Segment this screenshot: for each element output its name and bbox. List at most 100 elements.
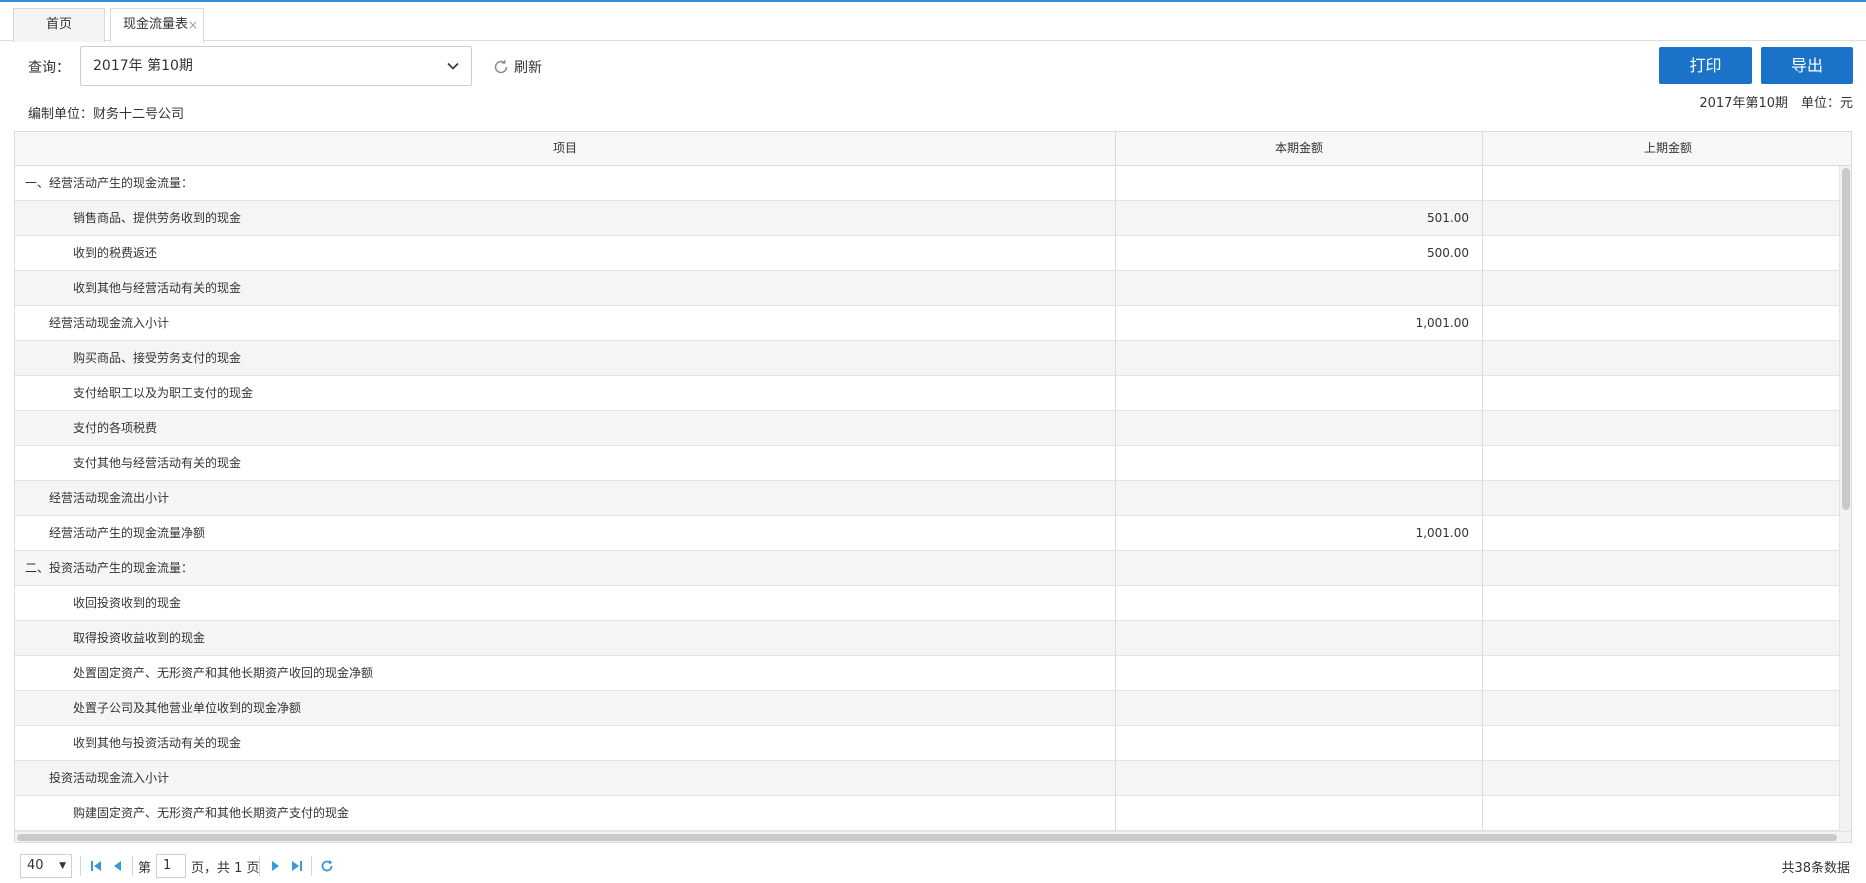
column-header-previous-amount[interactable]: 上期金额 bbox=[1483, 132, 1851, 166]
close-icon[interactable]: × bbox=[188, 9, 198, 41]
reporting-unit: 编制单位：财务十二号公司 bbox=[28, 107, 185, 122]
cell-previous-amount bbox=[1483, 481, 1840, 516]
cash-flow-table: 项目 本期金额 上期金额 一、经营活动产生的现金流量： 销售商品、提供劳务收到的现… bbox=[14, 131, 1852, 843]
page-prefix: 第 bbox=[138, 861, 152, 876]
cell-current-amount bbox=[1116, 481, 1483, 516]
table-row[interactable]: 经营活动产生的现金流量净额 1,001.00 bbox=[15, 516, 1840, 551]
cell-current-amount bbox=[1116, 551, 1483, 586]
cell-previous-amount bbox=[1483, 586, 1840, 621]
period-select[interactable]: 2017年 第10期 bbox=[80, 46, 472, 86]
cell-previous-amount bbox=[1483, 166, 1840, 201]
cell-item: 经营活动现金流入小计 bbox=[15, 306, 1116, 341]
table-row[interactable]: 处置子公司及其他营业单位收到的现金净额 bbox=[15, 691, 1840, 726]
cell-current-amount bbox=[1116, 586, 1483, 621]
first-page-icon[interactable] bbox=[88, 858, 104, 874]
cell-current-amount bbox=[1116, 691, 1483, 726]
cell-current-amount bbox=[1116, 796, 1483, 831]
page-size-select[interactable]: 40 ▼ bbox=[20, 854, 72, 878]
cell-current-amount: 500.00 bbox=[1116, 236, 1483, 271]
table-header: 项目 本期金额 上期金额 bbox=[15, 132, 1851, 166]
cell-previous-amount bbox=[1483, 236, 1840, 271]
column-header-current-amount[interactable]: 本期金额 bbox=[1116, 132, 1483, 166]
divider bbox=[132, 856, 133, 876]
table-row[interactable]: 购建固定资产、无形资产和其他长期资产支付的现金 bbox=[15, 796, 1840, 831]
table-row[interactable]: 支付的各项税费 bbox=[15, 411, 1840, 446]
cell-current-amount: 1,001.00 bbox=[1116, 306, 1483, 341]
table-row[interactable]: 收到其他与经营活动有关的现金 bbox=[15, 271, 1840, 306]
cell-previous-amount bbox=[1483, 656, 1840, 691]
period-select-value: 2017年 第10期 bbox=[93, 58, 193, 74]
horizontal-scroll-thumb[interactable] bbox=[17, 834, 1837, 841]
table-row[interactable]: 处置固定资产、无形资产和其他长期资产收回的现金净额 bbox=[15, 656, 1840, 691]
refresh-label: 刷新 bbox=[514, 60, 542, 76]
tab-home[interactable]: 首页 bbox=[13, 8, 105, 42]
tab-label: 现金流量表 bbox=[123, 17, 189, 32]
cell-item: 收回投资收到的现金 bbox=[15, 586, 1116, 621]
cell-item: 二、投资活动产生的现金流量： bbox=[15, 551, 1116, 586]
caret-down-icon: ▼ bbox=[59, 861, 66, 871]
table-row[interactable]: 经营活动现金流入小计 1,001.00 bbox=[15, 306, 1840, 341]
table-row[interactable]: 收到的税费返还 500.00 bbox=[15, 236, 1840, 271]
page-suffix: 页，共 1 页 bbox=[191, 861, 260, 876]
table-row[interactable]: 取得投资收益收到的现金 bbox=[15, 621, 1840, 656]
table-row[interactable]: 经营活动现金流出小计 bbox=[15, 481, 1840, 516]
cell-current-amount bbox=[1116, 621, 1483, 656]
cell-current-amount bbox=[1116, 271, 1483, 306]
total-records: 共38条数据 bbox=[1781, 861, 1850, 876]
cell-current-amount bbox=[1116, 726, 1483, 761]
refresh-icon bbox=[494, 60, 508, 74]
pagination-bar: 40 ▼ 第 1 页，共 1 页 共38条数据 bbox=[14, 852, 1852, 882]
table-row[interactable]: 一、经营活动产生的现金流量： bbox=[15, 166, 1840, 201]
previous-page-icon[interactable] bbox=[110, 858, 126, 874]
column-header-item[interactable]: 项目 bbox=[15, 132, 1116, 166]
cell-item: 处置子公司及其他营业单位收到的现金净额 bbox=[15, 691, 1116, 726]
cell-current-amount bbox=[1116, 411, 1483, 446]
vertical-scrollbar[interactable] bbox=[1839, 166, 1851, 833]
page-size-value: 40 bbox=[27, 858, 44, 873]
cell-item: 收到其他与投资活动有关的现金 bbox=[15, 726, 1116, 761]
horizontal-scrollbar[interactable] bbox=[15, 831, 1851, 842]
cell-previous-amount bbox=[1483, 341, 1840, 376]
cell-previous-amount bbox=[1483, 306, 1840, 341]
table-row[interactable]: 销售商品、提供劳务收到的现金 501.00 bbox=[15, 201, 1840, 236]
cell-item: 销售商品、提供劳务收到的现金 bbox=[15, 201, 1116, 236]
cell-item: 支付给职工以及为职工支付的现金 bbox=[15, 376, 1116, 411]
table-row[interactable]: 投资活动现金流入小计 bbox=[15, 761, 1840, 796]
next-page-icon[interactable] bbox=[267, 858, 283, 874]
table-row[interactable]: 收到其他与投资活动有关的现金 bbox=[15, 726, 1840, 761]
refresh-button[interactable]: 刷新 bbox=[492, 57, 542, 77]
last-page-icon[interactable] bbox=[289, 858, 305, 874]
cell-item: 一、经营活动产生的现金流量： bbox=[15, 166, 1116, 201]
page-number-input[interactable]: 1 bbox=[156, 854, 186, 878]
cell-item: 购买商品、接受劳务支付的现金 bbox=[15, 341, 1116, 376]
cell-current-amount bbox=[1116, 341, 1483, 376]
cell-item: 支付的各项税费 bbox=[15, 411, 1116, 446]
cell-previous-amount bbox=[1483, 201, 1840, 236]
cell-previous-amount bbox=[1483, 621, 1840, 656]
tab-cash-flow-statement[interactable]: 现金流量表 × bbox=[110, 8, 204, 43]
cell-previous-amount bbox=[1483, 516, 1840, 551]
cell-previous-amount bbox=[1483, 446, 1840, 481]
cell-current-amount: 501.00 bbox=[1116, 201, 1483, 236]
cell-item: 购建固定资产、无形资产和其他长期资产支付的现金 bbox=[15, 796, 1116, 831]
cell-current-amount bbox=[1116, 761, 1483, 796]
table-row[interactable]: 支付给职工以及为职工支付的现金 bbox=[15, 376, 1840, 411]
table-row[interactable]: 二、投资活动产生的现金流量： bbox=[15, 551, 1840, 586]
cell-item: 收到的税费返还 bbox=[15, 236, 1116, 271]
divider bbox=[259, 856, 260, 876]
reload-icon[interactable] bbox=[319, 858, 335, 874]
divider bbox=[80, 856, 81, 876]
print-button[interactable]: 打印 bbox=[1659, 47, 1752, 84]
cell-current-amount bbox=[1116, 376, 1483, 411]
divider bbox=[311, 856, 312, 876]
table-row[interactable]: 购买商品、接受劳务支付的现金 bbox=[15, 341, 1840, 376]
export-button[interactable]: 导出 bbox=[1761, 47, 1853, 84]
cell-item: 处置固定资产、无形资产和其他长期资产收回的现金净额 bbox=[15, 656, 1116, 691]
vertical-scroll-thumb[interactable] bbox=[1842, 168, 1850, 510]
table-body: 一、经营活动产生的现金流量： 销售商品、提供劳务收到的现金 501.00 收到的税费返… bbox=[15, 166, 1840, 833]
cell-item: 经营活动现金流出小计 bbox=[15, 481, 1116, 516]
table-row[interactable]: 收回投资收到的现金 bbox=[15, 586, 1840, 621]
table-row[interactable]: 支付其他与经营活动有关的现金 bbox=[15, 446, 1840, 481]
cell-previous-amount bbox=[1483, 551, 1840, 586]
cell-item: 支付其他与经营活动有关的现金 bbox=[15, 446, 1116, 481]
